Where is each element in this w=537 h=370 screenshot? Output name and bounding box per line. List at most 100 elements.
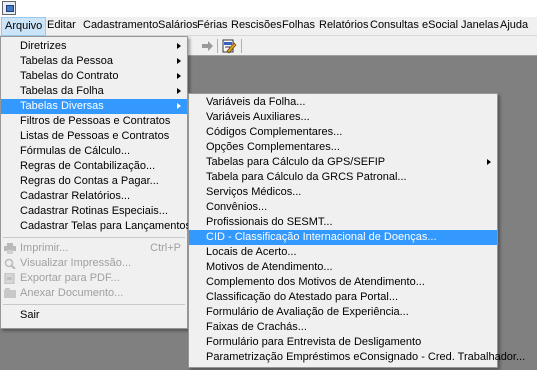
menu-item-label: Variáveis Auxiliares... — [206, 111, 310, 123]
menu-item-label: Convênios... — [206, 201, 268, 213]
submenu-item-codigos-complementares[interactable]: Códigos Complementares... — [189, 125, 497, 140]
menu-item-label: Códigos Complementares... — [206, 126, 343, 138]
app-icon[interactable] — [2, 1, 16, 15]
menu-item-cadastrar-telas[interactable]: Cadastrar Telas para Lançamentos... — [1, 219, 200, 234]
menu-item-regras-contas-pagar[interactable]: Regras do Contas a Pagar... — [1, 174, 187, 189]
menu-item-tabelas-contrato[interactable]: Tabelas do Contrato — [1, 69, 187, 84]
shortcut-label: Ctrl+P — [150, 242, 181, 254]
submenu-arrow-icon — [177, 88, 181, 94]
menu-item-tabelas-folha[interactable]: Tabelas da Folha — [1, 84, 187, 99]
menu-item-label: Tabelas da Folha — [20, 85, 104, 97]
submenu-item-classificacao-atestado[interactable]: Classificação do Atestado para Portal... — [189, 290, 497, 305]
menu-item-sair[interactable]: Sair — [1, 308, 187, 323]
menu-item-label: Visualizar Impressão... — [20, 257, 132, 269]
menu-item-label: Fórmulas de Cálculo... — [20, 145, 131, 157]
menu-item-cadastrar-relatorios[interactable]: Cadastrar Relatórios... — [1, 189, 187, 204]
menu-item-label: Tabelas Diversas — [20, 100, 104, 112]
menu-item-label: Cadastrar Rotinas Especiais... — [20, 205, 168, 217]
menu-item-tabelas-pessoa[interactable]: Tabelas da Pessoa — [1, 54, 187, 69]
submenu-item-faixas-crachas[interactable]: Faixas de Crachás... — [189, 320, 497, 335]
menu-item-label: Tabelas para Cálculo da GPS/SEFIP — [206, 156, 386, 168]
submenu-item-variaveis-folha[interactable]: Variáveis da Folha... — [189, 95, 497, 110]
menu-item-anexar-documento[interactable]: Anexar Documento... — [1, 286, 187, 301]
menu-item-cadastrar-rotinas[interactable]: Cadastrar Rotinas Especiais... — [1, 204, 187, 219]
menu-item-label: Tabelas do Contrato — [20, 70, 119, 82]
submenu-item-variaveis-auxiliares[interactable]: Variáveis Auxiliares... — [189, 110, 497, 125]
menu-arquivo[interactable]: Arquivo — [1, 17, 47, 36]
menu-item-label: Variáveis da Folha... — [206, 96, 306, 108]
menu-esocial[interactable]: eSocial — [419, 17, 461, 36]
submenu-item-formulario-avaliacao[interactable]: Formulário de Avaliação de Experiência..… — [189, 305, 497, 320]
menu-item-visualizar-impressao[interactable]: Visualizar Impressão... — [1, 256, 187, 271]
toolbar-separator — [241, 39, 242, 53]
toolbar-separator — [217, 39, 218, 53]
submenu-arrow-icon — [177, 43, 181, 49]
menu-bar: Arquivo Editar Cadastramento Salários Fé… — [0, 17, 537, 36]
menu-item-label: Locais de Acerto... — [206, 246, 297, 258]
submenu-item-entrevista-desligamento[interactable]: Formulário para Entrevista de Desligamen… — [189, 335, 497, 350]
menu-item-label: CID - Classificação Internacional de Doe… — [206, 231, 437, 243]
menu-item-label: Opções Complementares... — [206, 141, 340, 153]
submenu-item-convenios[interactable]: Convênios... — [189, 200, 497, 215]
menu-item-label: Imprimir... — [20, 242, 69, 254]
menu-item-imprimir[interactable]: Imprimir... Ctrl+P — [1, 241, 187, 256]
menu-item-label: Formulário para Entrevista de Desligamen… — [206, 336, 422, 348]
menu-item-label: Exportar para PDF... — [20, 272, 120, 284]
menu-item-label: Tabela para Cálculo da GRCS Patronal... — [206, 171, 407, 183]
menu-item-label: Cadastrar Telas para Lançamentos... — [20, 220, 201, 232]
menu-cadastramento[interactable]: Cadastramento — [80, 17, 161, 36]
menu-item-label: Cadastrar Relatórios... — [20, 190, 131, 202]
menu-item-regras-contabilizacao[interactable]: Regras de Contabilização... — [1, 159, 187, 174]
submenu-item-opcoes-complementares[interactable]: Opções Complementares... — [189, 140, 497, 155]
menu-relatorios[interactable]: Relatórios — [316, 17, 372, 36]
menu-item-filtros[interactable]: Filtros de Pessoas e Contratos — [1, 114, 187, 129]
menu-item-formulas[interactable]: Fórmulas de Cálculo... — [1, 144, 187, 159]
menu-ajuda[interactable]: Ajuda — [497, 17, 531, 36]
menu-item-label: Regras do Contas a Pagar... — [20, 175, 159, 187]
menu-item-diretrizes[interactable]: Diretrizes — [1, 39, 187, 54]
print-preview-icon — [4, 258, 16, 269]
menu-editar[interactable]: Editar — [44, 17, 79, 36]
menu-consultas[interactable]: Consultas — [367, 17, 422, 36]
submenu-arrow-icon — [177, 73, 181, 79]
menu-item-label: Regras de Contabilização... — [20, 160, 156, 172]
arquivo-menu: Diretrizes Tabelas da Pessoa Tabelas do … — [0, 36, 200, 329]
submenu-item-emprestimos-econsignado[interactable]: Parametrização Empréstimos eConsignado -… — [189, 350, 525, 365]
submenu-item-locais-acerto[interactable]: Locais de Acerto... — [189, 245, 497, 260]
menu-item-label: Diretrizes — [20, 40, 67, 52]
menu-item-label: Listas de Pessoas e Contratos — [20, 130, 170, 142]
submenu-arrow-icon — [177, 58, 181, 64]
menu-ferias[interactable]: Férias — [194, 17, 231, 36]
attach-document-icon — [4, 288, 16, 298]
menu-item-label: Faixas de Crachás... — [206, 321, 307, 333]
menu-item-label: Sair — [20, 309, 40, 321]
submenu-arrow-icon — [487, 159, 491, 165]
menu-item-label: Tabelas da Pessoa — [20, 55, 113, 67]
document-edit-icon[interactable] — [221, 38, 237, 54]
menu-folhas[interactable]: Folhas — [279, 17, 318, 36]
menu-separator — [3, 237, 185, 238]
arrow-right-icon[interactable] — [199, 38, 215, 54]
menu-separator — [3, 304, 185, 305]
submenu-item-servicos-medicos[interactable]: Serviços Médicos... — [189, 185, 497, 200]
submenu-item-grcs-patronal[interactable]: Tabela para Cálculo da GRCS Patronal... — [189, 170, 497, 185]
title-bar — [0, 0, 537, 17]
submenu-item-gps-sefip[interactable]: Tabelas para Cálculo da GPS/SEFIP — [189, 155, 497, 170]
menu-item-label: Motivos de Atendimento... — [206, 261, 333, 273]
export-pdf-icon — [4, 273, 15, 284]
submenu-arrow-icon — [177, 103, 181, 109]
menu-item-listas[interactable]: Listas de Pessoas e Contratos — [1, 129, 187, 144]
submenu-item-cid[interactable]: CID - Classificação Internacional de Doe… — [189, 230, 497, 245]
submenu-item-complemento-motivos[interactable]: Complemento dos Motivos de Atendimento..… — [189, 275, 497, 290]
printer-icon — [4, 243, 16, 254]
submenu-item-motivos-atendimento[interactable]: Motivos de Atendimento... — [189, 260, 497, 275]
menu-item-tabelas-diversas[interactable]: Tabelas Diversas — [1, 99, 187, 114]
menu-janelas[interactable]: Janelas — [458, 17, 502, 36]
submenu-item-profissionais-sesmt[interactable]: Profissionais do SESMT... — [189, 215, 497, 230]
menu-item-exportar-pdf[interactable]: Exportar para PDF... — [1, 271, 187, 286]
menu-item-label: Formulário de Avaliação de Experiência..… — [206, 306, 409, 318]
menu-item-label: Filtros de Pessoas e Contratos — [20, 115, 171, 127]
menu-item-label: Classificação do Atestado para Portal... — [206, 291, 398, 303]
menu-item-label: Serviços Médicos... — [206, 186, 302, 198]
menu-rescisoes[interactable]: Rescisões — [228, 17, 285, 36]
